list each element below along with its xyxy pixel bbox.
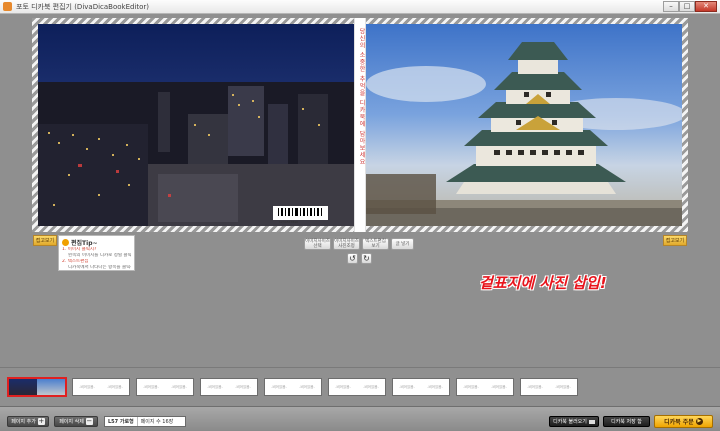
fold-view-tab-right[interactable]: 접고보기 bbox=[663, 235, 687, 246]
window-titlebar: 포토 디카북 편집기 (DivaDicaBookEditor) – □ ✕ bbox=[0, 0, 720, 14]
tip-line: 디카북에서 나타나는 항목을 클릭하세요 bbox=[68, 265, 131, 270]
edit-tips-panel: 편집Tip~ 1. 이미지 클릭시? 왼쪽의 이미지를 디카로 정렬 클릭하면 … bbox=[58, 235, 135, 271]
page-thumb[interactable]: -비어있음- -비어있음- bbox=[328, 378, 386, 396]
folder-icon bbox=[588, 419, 595, 424]
book-size-label: L57 가로형 bbox=[108, 419, 134, 425]
arrow-right-icon: ▶ bbox=[695, 418, 703, 425]
load-book-button[interactable]: 디카북 불러오기 bbox=[549, 416, 599, 427]
book-spread: 1234567890 당신의 소중한 추억을 디카북에 담아보세요 bbox=[32, 18, 688, 232]
close-button[interactable]: ✕ bbox=[695, 0, 717, 12]
page-thumb[interactable]: -비어있음- -비어있음- bbox=[456, 378, 514, 396]
plus-icon: + bbox=[37, 417, 45, 425]
window-controls: – □ ✕ bbox=[663, 0, 717, 13]
page-thumb[interactable]: -비어있음- -비어있음- bbox=[520, 378, 578, 396]
page-thumb[interactable]: -비어있음- -비어있음- bbox=[136, 378, 194, 396]
delete-page-button[interactable]: 페이지 삭제 − bbox=[54, 416, 98, 427]
book-spine[interactable]: 당신의 소중한 추억을 디카북에 담아보세요 bbox=[354, 18, 366, 232]
minimize-button[interactable]: – bbox=[663, 0, 679, 12]
add-text-button[interactable]: 글 넣기 bbox=[391, 238, 414, 250]
image-size-select-button[interactable]: 이미지사이즈 선택 bbox=[304, 238, 331, 250]
page-info: L57 가로형 페이지 수 16장 bbox=[104, 416, 186, 427]
castle-image bbox=[366, 42, 682, 226]
castle-photo[interactable] bbox=[366, 24, 682, 226]
rotate-right-icon[interactable]: ↻ bbox=[361, 253, 372, 264]
tips-title: 편집Tip~ bbox=[71, 240, 98, 247]
save-book-button[interactable]: 디카북 저장 함 bbox=[603, 416, 650, 427]
page-count-label: 페이지 수 16장 bbox=[140, 419, 174, 425]
rotate-left-icon[interactable]: ↺ bbox=[347, 253, 358, 264]
front-cover-page[interactable] bbox=[366, 18, 688, 232]
tip-icon bbox=[62, 239, 69, 246]
window-title: 포토 디카북 편집기 (DivaDicaBookEditor) bbox=[16, 2, 150, 11]
page-thumb-cover[interactable] bbox=[7, 377, 67, 397]
night-city-photo[interactable]: 1234567890 bbox=[38, 24, 354, 226]
fold-view-tab-left[interactable]: 접고보기 bbox=[33, 235, 57, 246]
page-thumb[interactable]: -비어있음- -비어있음- bbox=[200, 378, 258, 396]
order-book-button[interactable]: 디카북 주문 ▶ bbox=[654, 415, 713, 428]
page-thumb[interactable]: -비어있음- -비어있음- bbox=[264, 378, 322, 396]
night-city-image bbox=[38, 82, 354, 226]
page-thumbnail-strip: -비어있음- -비어있음- -비어있음- -비어있음- -비어있음- -비어있음… bbox=[0, 367, 720, 405]
back-cover-page[interactable]: 1234567890 bbox=[32, 18, 354, 232]
cover-photo-annotation: 겉표지에 사진 삽입! bbox=[479, 274, 607, 292]
image-adjust-button[interactable]: 이미지사이즈 사진조정 bbox=[333, 238, 360, 250]
maximize-button[interactable]: □ bbox=[679, 0, 695, 12]
spine-text: 당신의 소중한 추억을 디카북에 담아보세요 bbox=[358, 28, 365, 166]
page-thumb[interactable]: -비어있음- -비어있음- bbox=[72, 378, 130, 396]
barcode-number: 1234567890 bbox=[279, 220, 299, 224]
text-edit-view-button[interactable]: 텍스트편집 보기 bbox=[362, 238, 389, 250]
add-page-button[interactable]: 페이지 추가 + bbox=[7, 416, 49, 427]
app-icon bbox=[3, 2, 12, 11]
page-thumb[interactable]: -비어있음- -비어있음- bbox=[392, 378, 450, 396]
minus-icon: − bbox=[85, 417, 93, 425]
bottom-toolbar: 페이지 추가 + 페이지 삭제 − L57 가로형 페이지 수 16장 디카북 … bbox=[0, 406, 720, 431]
